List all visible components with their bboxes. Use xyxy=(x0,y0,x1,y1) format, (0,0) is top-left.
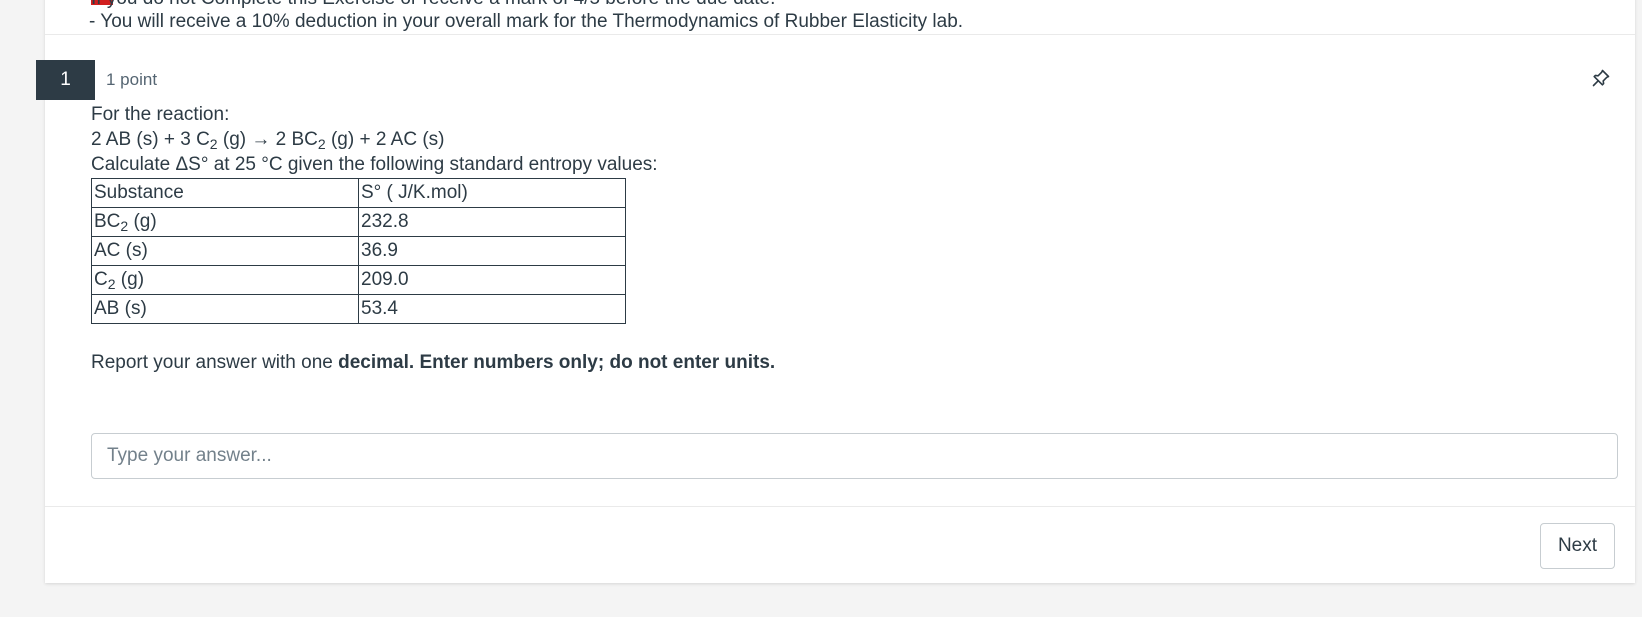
answer-input[interactable] xyxy=(91,433,1618,479)
table-header-row: Substance S° ( J/K.mol) xyxy=(91,178,626,208)
table-cell-entropy: 209.0 xyxy=(358,265,626,295)
reaction-equation: 2 AB (s) + 3 C2 (g) → 2 BC2 (g) + 2 AC (… xyxy=(91,127,658,152)
substance-phase: (g) xyxy=(128,211,157,232)
table-header-substance: Substance xyxy=(91,178,359,208)
question-body: For the reaction: 2 AB (s) + 3 C2 (g) → … xyxy=(91,102,658,324)
question-number-badge: 1 xyxy=(36,60,95,100)
substance-base: BC xyxy=(94,211,121,232)
reaction-part-1: 2 AB (s) + 3 C xyxy=(91,129,210,150)
reaction-part-3: (g) + 2 AC (s) xyxy=(325,129,445,150)
table-cell-substance: AC (s) xyxy=(91,236,359,266)
pin-icon[interactable] xyxy=(1590,67,1612,89)
reaction-subscript-2: 2 xyxy=(317,136,326,152)
substance-subscript: 2 xyxy=(107,276,116,292)
substance-phase: (g) xyxy=(115,269,145,290)
instruction-clipped-line: If you do not Complete this Exercise or … xyxy=(91,0,775,10)
substance-base: AB (s) xyxy=(94,298,147,319)
substance-base: AC (s) xyxy=(94,240,148,261)
substance-base: C xyxy=(94,269,108,290)
table-header-entropy: S° ( J/K.mol) xyxy=(358,178,626,208)
report-plain-text: Report your answer with one xyxy=(91,352,339,373)
table-row: AC (s) 36.9 xyxy=(91,236,626,266)
next-button[interactable]: Next xyxy=(1540,523,1615,569)
table-cell-substance: BC2 (g) xyxy=(91,207,359,237)
pin-icon-svg xyxy=(1592,69,1610,87)
report-bold-text: decimal. Enter numbers only; do not ente… xyxy=(338,352,776,373)
table-cell-entropy: 232.8 xyxy=(358,207,626,237)
table-cell-entropy: 36.9 xyxy=(358,236,626,266)
table-row: BC2 (g) 232.8 xyxy=(91,207,626,237)
question-intro: For the reaction: xyxy=(91,104,230,125)
instructions-panel: If you do not Complete this Exercise or … xyxy=(45,0,1635,35)
question-points: 1 point xyxy=(106,70,158,89)
table-row: AB (s) 53.4 xyxy=(91,294,626,324)
table-cell-entropy: 53.4 xyxy=(358,294,626,324)
reaction-subscript-1: 2 xyxy=(209,136,218,152)
table-row: C2 (g) 209.0 xyxy=(91,265,626,295)
table-cell-substance: C2 (g) xyxy=(91,265,359,295)
instruction-deduction-line: - You will receive a 10% deduction in yo… xyxy=(89,11,964,32)
entropy-table: Substance S° ( J/K.mol) BC2 (g) 232.8 AC… xyxy=(91,178,626,324)
table-cell-substance: AB (s) xyxy=(91,294,359,324)
question-prompt: Calculate ΔS° at 25 °C given the followi… xyxy=(91,154,658,175)
footer-divider xyxy=(45,506,1635,507)
report-instructions: Report your answer with one decimal. Ent… xyxy=(91,352,775,374)
reaction-part-2: (g) → 2 BC xyxy=(217,129,318,150)
